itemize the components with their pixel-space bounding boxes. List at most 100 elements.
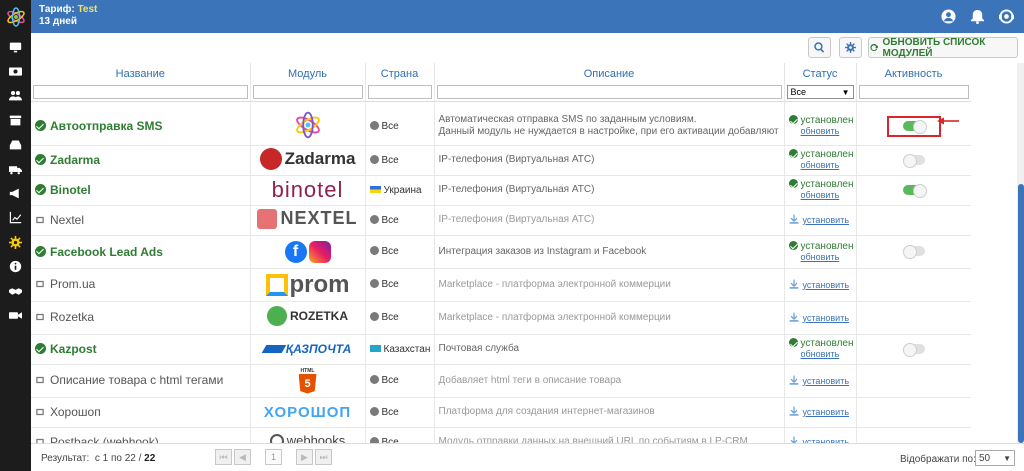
sidebar-item-inbox[interactable] xyxy=(0,133,31,157)
module-name-cell[interactable]: Zadarma xyxy=(31,145,251,176)
module-name-cell[interactable]: Postback (webhook) xyxy=(31,427,251,443)
per-page-select[interactable]: 50 ▼ xyxy=(975,450,1015,466)
update-link[interactable]: обновить xyxy=(789,349,856,360)
refresh-icon xyxy=(870,43,878,52)
bell-icon[interactable] xyxy=(970,9,985,24)
module-name-cell[interactable]: Автоотправка SMS xyxy=(31,108,251,146)
description-line-1: Платформа для создания интернет-магазино… xyxy=(438,406,655,417)
sidebar-item-analytics[interactable] xyxy=(0,206,31,230)
module-name-cell[interactable]: Binotel xyxy=(31,175,251,206)
update-link[interactable]: обновить xyxy=(789,126,856,137)
sidebar-item-partners[interactable] xyxy=(0,279,31,303)
filter-description-input[interactable] xyxy=(436,85,782,100)
support-icon[interactable] xyxy=(999,9,1014,24)
filter-activity-input[interactable] xyxy=(858,85,969,100)
refresh-modules-button[interactable]: ОБНОВИТЬ СПИСОК МОДУЛЕЙ xyxy=(868,37,1018,59)
next-page-icon: ▶ xyxy=(301,451,308,462)
sidebar-item-users[interactable] xyxy=(0,84,31,108)
kazpost-wings-icon xyxy=(261,345,286,353)
sidebar-item-modules[interactable] xyxy=(0,230,31,254)
check-circle-icon xyxy=(788,240,798,250)
activity-cell xyxy=(856,334,971,365)
activity-toggle[interactable] xyxy=(902,120,927,135)
module-name-cell[interactable]: Prom.ua xyxy=(31,268,251,302)
module-name-cell[interactable]: Nextel xyxy=(31,205,251,236)
activity-toggle[interactable] xyxy=(902,342,925,357)
col-header-status[interactable]: Статус xyxy=(784,63,857,84)
last-page-button[interactable]: ⏭ xyxy=(315,449,332,465)
module-name: Автоотправка SMS xyxy=(50,119,163,134)
check-circle-icon xyxy=(788,179,798,188)
user-avatar-icon[interactable] xyxy=(941,9,956,24)
filter-name-input[interactable] xyxy=(33,85,248,100)
activity-cell xyxy=(856,145,971,176)
check-circle-icon xyxy=(35,184,46,195)
install-link[interactable]: установить xyxy=(803,313,850,323)
module-plug-icon xyxy=(35,436,46,443)
col-header-description[interactable]: Описание xyxy=(434,63,785,84)
table-row: Хорошоп ХОРОШОП Все Платформа для создан… xyxy=(31,397,971,428)
per-page-label: Відображати по: xyxy=(900,454,976,465)
table-row: Описание товара с html тегами HTML 5 Все… xyxy=(31,364,971,398)
update-link[interactable]: обновить xyxy=(789,190,856,201)
modules-table-wrapper: Название Модуль Страна Описание Статус А… xyxy=(31,63,971,443)
current-page[interactable]: 1 xyxy=(265,449,282,465)
globe-icon xyxy=(369,312,379,321)
activity-toggle[interactable] xyxy=(902,183,927,198)
prev-page-button[interactable]: ◀ xyxy=(234,449,251,465)
first-page-button[interactable]: ⏮ xyxy=(215,449,232,465)
sidebar-item-marketing[interactable] xyxy=(0,181,31,205)
table-row: Nextel NEXTEL Все IP-телефония (Виртуаль… xyxy=(31,205,971,236)
sidebar-item-dashboard[interactable] xyxy=(0,35,31,59)
module-logo-cell: NEXTEL xyxy=(250,205,366,236)
sidebar-item-info[interactable] xyxy=(0,255,31,279)
activity-toggle[interactable] xyxy=(902,153,925,168)
app-logo[interactable] xyxy=(0,0,31,34)
nextel-logo: NEXTEL xyxy=(257,208,357,229)
status-installed: установлен xyxy=(788,115,854,126)
country-cell: Казахстан xyxy=(365,334,435,365)
sidebar-item-archive[interactable] xyxy=(0,108,31,132)
sidebar-item-video[interactable] xyxy=(0,303,31,327)
filter-country-input[interactable] xyxy=(367,85,432,100)
module-plug-icon xyxy=(35,278,46,292)
check-circle-icon xyxy=(35,154,46,165)
country-cell: Все xyxy=(365,301,435,335)
status-cell: установить xyxy=(784,301,857,335)
search-button[interactable] xyxy=(808,37,831,58)
install-link[interactable]: установить xyxy=(803,215,850,225)
filter-status-select[interactable]: Все ▼ xyxy=(786,85,854,100)
module-logo-cell: prom xyxy=(250,268,366,302)
highlight-box xyxy=(886,115,941,137)
sidebar-item-delivery[interactable] xyxy=(0,157,31,181)
filter-module-input[interactable] xyxy=(252,85,363,100)
pagination: ⏮ ◀ 1 ▶ ⏭ xyxy=(215,449,332,465)
module-name-cell[interactable]: Rozetka xyxy=(31,301,251,335)
activity-cell xyxy=(856,397,971,428)
col-header-name[interactable]: Название xyxy=(31,63,251,84)
globe-icon xyxy=(369,279,379,288)
module-name-cell[interactable]: Facebook Lead Ads xyxy=(31,235,251,269)
col-header-module[interactable]: Модуль xyxy=(250,63,366,84)
horoshop-logo: ХОРОШОП xyxy=(263,403,352,421)
next-page-button[interactable]: ▶ xyxy=(296,449,313,465)
table-row: Kazpost ҚАЗПОЧТА Казахстан Почтовая служ… xyxy=(31,334,971,365)
per-page-value: 50 xyxy=(979,452,991,464)
module-name-cell[interactable]: Хорошоп xyxy=(31,397,251,428)
col-header-country[interactable]: Страна xyxy=(365,63,435,84)
col-header-activity[interactable]: Активность xyxy=(856,63,971,84)
update-link[interactable]: обновить xyxy=(789,252,856,263)
module-name-cell[interactable]: Описание товара с html тегами xyxy=(31,364,251,398)
webhook-icon xyxy=(269,433,284,443)
sidebar xyxy=(0,0,31,471)
update-link[interactable]: обновить xyxy=(789,160,856,171)
install-link[interactable]: установить xyxy=(803,407,850,417)
sidebar-item-finance[interactable] xyxy=(0,59,31,83)
scrollbar-thumb[interactable] xyxy=(1018,184,1024,443)
activity-toggle[interactable] xyxy=(902,245,925,260)
status-cell: установить xyxy=(784,268,857,302)
install-link[interactable]: установить xyxy=(803,280,850,290)
install-link[interactable]: установить xyxy=(803,376,850,386)
module-name-cell[interactable]: Kazpost xyxy=(31,334,251,365)
settings-button[interactable] xyxy=(839,37,862,58)
